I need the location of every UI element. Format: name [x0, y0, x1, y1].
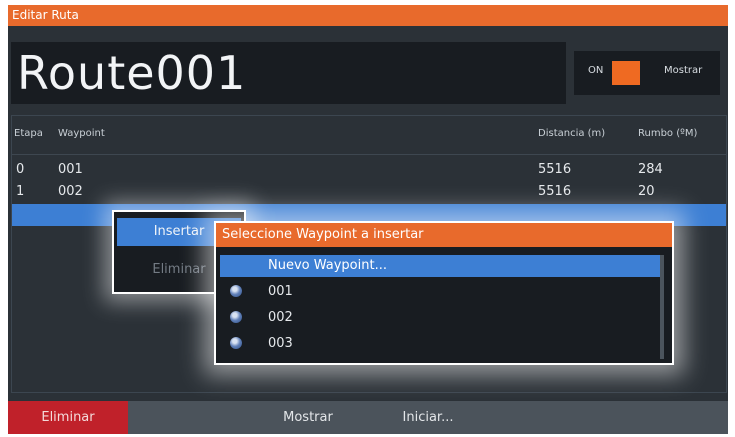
- waypoint-select-dialog: Seleccione Waypoint a insertar Nuevo Way…: [214, 221, 674, 365]
- waypoint-icon: [230, 311, 242, 323]
- dialog-scrollbar[interactable]: [660, 255, 664, 359]
- waypoint-cell: 001: [58, 162, 83, 177]
- route-name-field[interactable]: Route001: [11, 42, 566, 104]
- waypoint-icon: [230, 337, 242, 349]
- dialog-title: Seleccione Waypoint a insertar: [216, 223, 672, 247]
- show-label: Mostrar: [664, 65, 703, 76]
- delete-route-button[interactable]: Eliminar: [8, 401, 128, 434]
- distance-cell: 5516: [538, 162, 572, 177]
- bearing-cell: 20: [638, 184, 655, 199]
- window-title: Editar Ruta: [8, 5, 728, 26]
- leg-cell: 1: [16, 184, 25, 199]
- header-divider: [12, 154, 726, 155]
- waypoint-label: 003: [268, 336, 293, 351]
- column-header-bearing: Rumbo (ºM): [638, 128, 698, 139]
- route-name: Route001: [17, 46, 247, 100]
- waypoint-list-item[interactable]: 002: [220, 307, 660, 329]
- bearing-cell: 284: [638, 162, 663, 177]
- new-waypoint-label: Nuevo Waypoint...: [268, 258, 387, 273]
- column-header-waypoint: Waypoint: [58, 128, 105, 139]
- bottom-toolbar: Eliminar Mostrar Iniciar...: [8, 401, 728, 434]
- toggle-state-label: ON: [588, 65, 604, 76]
- waypoint-icon: [230, 285, 242, 297]
- show-toggle[interactable]: [612, 61, 640, 85]
- waypoint-label: 002: [268, 310, 293, 325]
- show-route-control: ON Mostrar: [574, 51, 720, 95]
- waypoint-label: 001: [268, 284, 293, 299]
- start-button[interactable]: Iniciar...: [368, 401, 488, 434]
- distance-cell: 5516: [538, 184, 572, 199]
- column-header-distance: Distancia (m): [538, 128, 606, 139]
- column-header-leg: Etapa: [14, 128, 43, 139]
- new-waypoint-item[interactable]: Nuevo Waypoint...: [220, 255, 660, 277]
- waypoint-cell: 002: [58, 184, 83, 199]
- show-button[interactable]: Mostrar: [248, 401, 368, 434]
- waypoint-list-item[interactable]: 001: [220, 281, 660, 303]
- waypoint-list-item[interactable]: 003: [220, 333, 660, 355]
- leg-cell: 0: [16, 162, 25, 177]
